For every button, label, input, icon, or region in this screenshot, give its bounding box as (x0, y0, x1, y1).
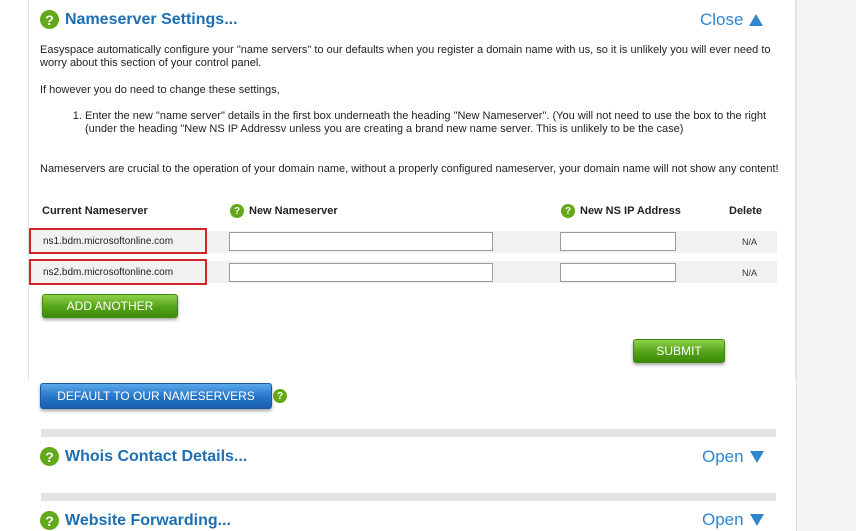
close-toggle[interactable]: Close (700, 10, 764, 30)
triangle-down-icon (749, 451, 764, 463)
crucial-text: Nameservers are crucial to the operation… (40, 163, 779, 175)
delete-na-2: N/A (742, 268, 758, 278)
whois-open-toggle[interactable]: Open (702, 447, 764, 467)
help-icon[interactable]: ? (40, 447, 59, 466)
new-ns-ip-input-2[interactable] (560, 263, 676, 282)
triangle-down-icon (749, 514, 764, 526)
delete-na-1: N/A (742, 237, 758, 247)
help-icon[interactable]: ? (561, 204, 575, 218)
section-divider (41, 493, 776, 501)
col-new-ns-ip: ? New NS IP Address (561, 204, 681, 218)
help-icon[interactable]: ? (40, 511, 59, 530)
help-icon[interactable]: ? (230, 204, 244, 218)
new-nameserver-input-1[interactable] (229, 232, 493, 251)
open-label: Open (702, 447, 744, 466)
current-nameserver-2: ns2.bdm.microsoftonline.com (29, 259, 207, 285)
default-nameservers-button[interactable]: DEFAULT TO OUR NAMESERVERS (40, 383, 272, 409)
help-icon[interactable]: ? (273, 389, 287, 403)
col-new-ns-ip-label: New NS IP Address (580, 205, 681, 217)
forwarding-open-toggle[interactable]: Open (702, 510, 764, 530)
col-current-nameserver: Current Nameserver (42, 205, 148, 217)
right-background (796, 0, 856, 531)
add-another-button[interactable]: ADD ANOTHER (42, 294, 178, 318)
col-delete: Delete (729, 205, 763, 217)
new-ns-ip-input-1[interactable] (560, 232, 676, 251)
nameserver-settings-title: Nameserver Settings... (65, 10, 238, 28)
help-icon[interactable]: ? (40, 10, 59, 29)
col-new-nameserver-label: New Nameserver (249, 205, 338, 217)
website-forwarding-title: Website Forwarding... (65, 511, 231, 529)
triangle-up-icon (749, 14, 764, 26)
section-divider (41, 429, 776, 437)
intro-text: Easyspace automatically configure your "… (40, 44, 771, 69)
whois-header[interactable]: ? Whois Contact Details... (40, 447, 247, 466)
nameserver-settings-header[interactable]: ? Nameserver Settings... (40, 10, 238, 29)
website-forwarding-header[interactable]: ? Website Forwarding... (40, 511, 231, 530)
col-new-nameserver: ? New Nameserver (230, 204, 338, 218)
steps-list: Enter the new "name server" details in t… (40, 110, 792, 136)
submit-button[interactable]: SUBMIT (633, 339, 725, 363)
current-nameserver-1: ns1.bdm.microsoftonline.com (29, 228, 207, 254)
open-label: Open (702, 510, 744, 529)
close-label: Close (700, 10, 744, 29)
whois-title: Whois Contact Details... (65, 447, 248, 465)
new-nameserver-input-2[interactable] (229, 263, 493, 282)
however-text: If however you do need to change these s… (40, 84, 280, 96)
step-1-text: Enter the new "name server" details in t… (85, 110, 792, 136)
